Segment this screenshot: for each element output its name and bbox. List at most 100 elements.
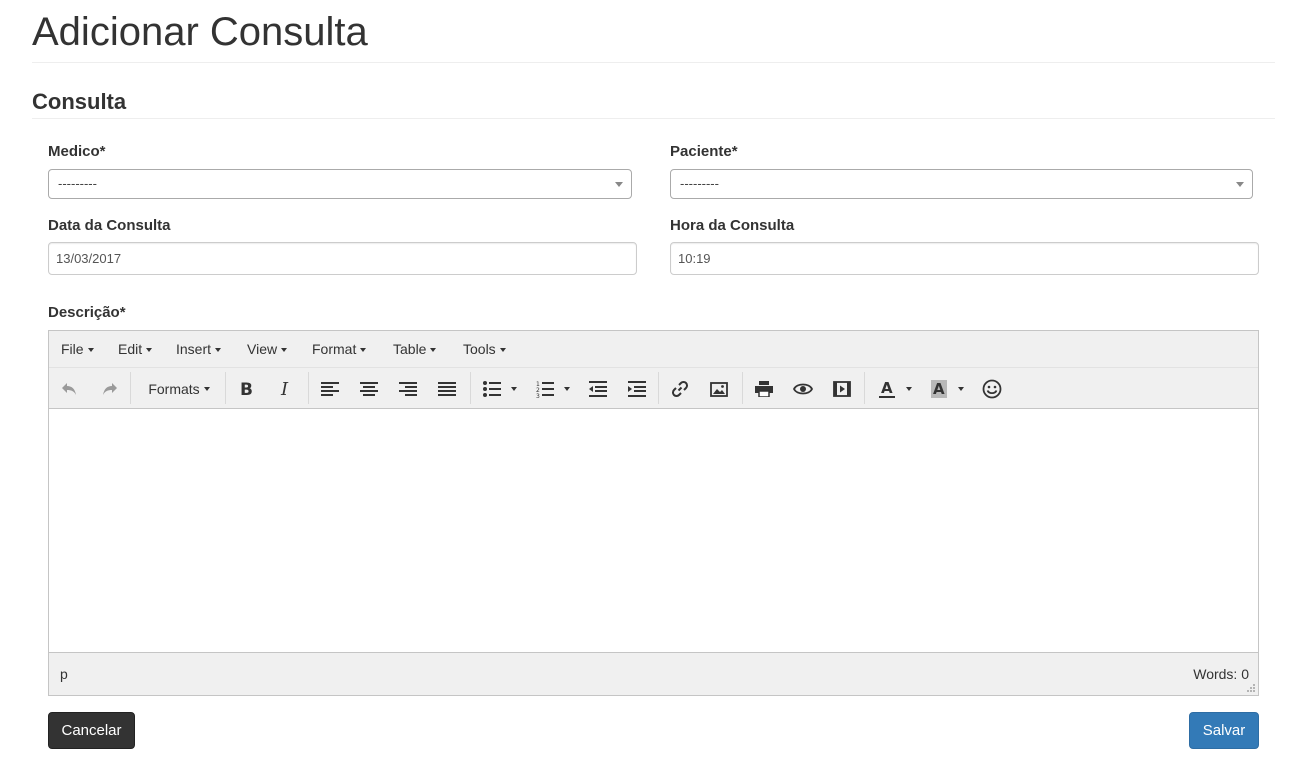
svg-text:A: A [881, 379, 893, 397]
print-button[interactable] [753, 376, 775, 402]
data-label: Data da Consulta [48, 217, 171, 234]
align-justify-icon [438, 382, 456, 396]
redo-icon [103, 383, 117, 395]
toolbar-separator [864, 372, 865, 404]
outdent-button[interactable] [587, 376, 609, 402]
caret-down-icon [511, 387, 517, 391]
menu-view[interactable]: View [247, 341, 288, 358]
caret-down-icon [203, 387, 210, 391]
toolbar-separator [742, 372, 743, 404]
bold-button[interactable]: B [235, 376, 257, 402]
redo-button[interactable] [98, 376, 120, 402]
section-title: Consulta [32, 89, 127, 114]
preview-button[interactable] [792, 376, 814, 402]
rich-text-editor: File Edit Insert View Format Table Tools… [48, 330, 1259, 696]
preview-icon [793, 383, 813, 395]
hora-consulta-input[interactable]: 10:19 [670, 242, 1259, 275]
caret-down-icon [146, 348, 153, 353]
chevron-down-icon [615, 182, 623, 187]
indent-icon [628, 381, 646, 397]
caret-down-icon [281, 348, 288, 353]
menu-table[interactable]: Table [393, 341, 437, 358]
editor-statusbar: p Words: 0 [49, 652, 1258, 695]
bold-icon: B [240, 380, 253, 398]
formats-label: Formats [148, 381, 200, 397]
medico-select[interactable]: --------- [48, 169, 632, 199]
svg-text:I: I [280, 380, 289, 398]
paciente-label: Paciente* [670, 143, 738, 160]
menu-insert-label: Insert [176, 341, 212, 357]
toolbar-separator [130, 372, 131, 404]
italic-button[interactable]: I [275, 376, 297, 402]
caret-down-icon [906, 387, 912, 391]
menu-format[interactable]: Format [312, 341, 367, 358]
link-icon [671, 380, 689, 398]
data-consulta-input[interactable]: 13/03/2017 [48, 242, 637, 275]
caret-down-icon [360, 348, 367, 353]
align-center-icon [360, 382, 378, 396]
menu-insert[interactable]: Insert [176, 341, 222, 358]
align-justify-button[interactable] [436, 376, 458, 402]
menu-file[interactable]: File [61, 341, 94, 358]
toolbar-separator [470, 372, 471, 404]
emoticons-icon [982, 379, 1002, 399]
medico-label: Medico* [48, 143, 106, 160]
indent-button[interactable] [626, 376, 648, 402]
cancel-button[interactable]: Cancelar [48, 712, 135, 749]
menu-table-label: Table [393, 341, 427, 357]
paciente-select[interactable]: --------- [670, 169, 1253, 199]
hora-label: Hora da Consulta [670, 217, 795, 234]
menu-file-label: File [61, 341, 84, 357]
caret-down-icon [215, 348, 222, 353]
text-color-button[interactable]: A [874, 376, 916, 402]
bullet-list-icon [483, 381, 501, 397]
word-count: Words: 0 [1193, 666, 1249, 682]
element-path[interactable]: p [60, 666, 68, 682]
resize-handle-icon[interactable] [1246, 683, 1256, 693]
italic-icon: I [280, 380, 289, 398]
paciente-select-value: --------- [680, 176, 719, 191]
editor-content-area[interactable] [49, 409, 1258, 653]
menu-format-label: Format [312, 341, 357, 357]
svg-text:A: A [933, 380, 945, 398]
formats-dropdown[interactable]: Formats [144, 376, 214, 402]
medico-select-value: --------- [58, 176, 97, 191]
numbered-list-button[interactable]: 123 [533, 376, 573, 402]
editor-toolbar: Formats B I 123 A A [49, 368, 1258, 409]
align-left-button[interactable] [319, 376, 341, 402]
emoticons-button[interactable] [981, 376, 1003, 402]
media-icon [833, 381, 851, 397]
caret-down-icon [430, 348, 437, 353]
caret-down-icon [87, 348, 94, 353]
caret-down-icon [499, 348, 506, 353]
bullet-list-button[interactable] [480, 376, 520, 402]
undo-button[interactable] [59, 376, 81, 402]
toolbar-separator [225, 372, 226, 404]
section-divider [32, 118, 1275, 119]
link-button[interactable] [669, 376, 691, 402]
save-button[interactable]: Salvar [1189, 712, 1259, 749]
numbered-list-icon: 123 [536, 381, 554, 398]
menu-view-label: View [247, 341, 278, 357]
undo-icon [62, 383, 76, 395]
media-button[interactable] [831, 376, 853, 402]
outdent-icon [589, 381, 607, 397]
image-button[interactable] [708, 376, 730, 402]
background-color-icon: A [931, 380, 947, 398]
image-icon [710, 381, 728, 397]
toolbar-separator [308, 372, 309, 404]
align-center-button[interactable] [358, 376, 380, 402]
align-right-icon [399, 382, 417, 396]
menu-edit[interactable]: Edit [118, 341, 153, 358]
title-divider [32, 62, 1275, 63]
background-color-button[interactable]: A [926, 376, 968, 402]
print-icon [755, 381, 773, 397]
menu-edit-label: Edit [118, 341, 143, 357]
page-title: Adicionar Consulta [32, 10, 368, 54]
align-right-button[interactable] [397, 376, 419, 402]
menu-tools[interactable]: Tools [463, 341, 506, 358]
descricao-label: Descrição* [48, 304, 126, 321]
svg-text:B: B [240, 380, 253, 398]
chevron-down-icon [1236, 182, 1244, 187]
caret-down-icon [958, 387, 964, 391]
